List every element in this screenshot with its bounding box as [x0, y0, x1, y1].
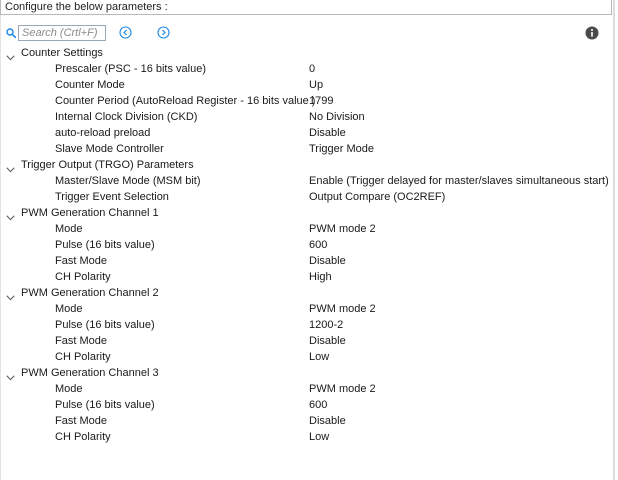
parameter-value[interactable]: 600: [309, 237, 327, 253]
parameter-row[interactable]: Fast Mode Disable: [0, 333, 612, 349]
parameter-name: Master/Slave Mode (MSM bit): [55, 175, 201, 187]
parameter-name: Mode: [55, 383, 83, 395]
parameter-name: Fast Mode: [55, 415, 107, 427]
parameter-row[interactable]: CH Polarity Low: [0, 429, 612, 445]
parameter-row[interactable]: Mode PWM mode 2: [0, 301, 612, 317]
parameter-name: CH Polarity: [55, 351, 111, 363]
chevron-down-icon[interactable]: [6, 162, 15, 173]
parameter-value[interactable]: 1799: [309, 93, 333, 109]
parameter-value[interactable]: PWM mode 2: [309, 381, 376, 397]
parameter-value[interactable]: Disable: [309, 333, 346, 349]
chevron-down-icon[interactable]: [6, 50, 15, 61]
parameter-value[interactable]: PWM mode 2: [309, 221, 376, 237]
parameter-row[interactable]: Trigger Event Selection Output Compare (O…: [0, 189, 612, 205]
parameter-name: CH Polarity: [55, 271, 111, 283]
parameter-name: Pulse (16 bits value): [55, 399, 155, 411]
previous-arrow-icon[interactable]: [119, 26, 132, 39]
parameter-value[interactable]: No Division: [309, 109, 365, 125]
parameter-row[interactable]: Pulse (16 bits value) 600: [0, 397, 612, 413]
parameter-row[interactable]: Slave Mode Controller Trigger Mode: [0, 141, 612, 157]
parameter-name: CH Polarity: [55, 431, 111, 443]
parameter-value[interactable]: 1200-2: [309, 317, 343, 333]
parameter-value[interactable]: Enable (Trigger delayed for master/slave…: [309, 173, 609, 189]
parameter-row[interactable]: Mode PWM mode 2: [0, 381, 612, 397]
chevron-down-icon[interactable]: [6, 290, 15, 301]
parameter-row[interactable]: CH Polarity Low: [0, 349, 612, 365]
parameter-name: Internal Clock Division (CKD): [55, 111, 198, 123]
group-label: PWM Generation Channel 2: [21, 287, 159, 299]
parameter-row[interactable]: Fast Mode Disable: [0, 253, 612, 269]
parameter-name: auto-reload preload: [55, 127, 151, 139]
parameter-name: Trigger Event Selection: [55, 191, 169, 203]
parameters-header-title: Configure the below parameters :: [5, 1, 168, 13]
parameter-row[interactable]: CH Polarity High: [0, 269, 612, 285]
search-input[interactable]: [18, 25, 106, 41]
parameter-name: Pulse (16 bits value): [55, 319, 155, 331]
next-arrow-icon[interactable]: [157, 26, 170, 39]
parameters-header: Configure the below parameters :: [0, 0, 612, 15]
chevron-down-icon[interactable]: [6, 370, 15, 381]
parameter-value[interactable]: Disable: [309, 253, 346, 269]
parameter-value[interactable]: Disable: [309, 125, 346, 141]
parameter-name: Fast Mode: [55, 255, 107, 267]
parameter-row[interactable]: Counter Mode Up: [0, 77, 612, 93]
search-icon: [6, 28, 16, 38]
parameter-name: Counter Period (AutoReload Register - 16…: [55, 95, 316, 107]
parameter-value[interactable]: Trigger Mode: [309, 141, 374, 157]
group-row[interactable]: PWM Generation Channel 2: [0, 285, 612, 301]
parameter-name: Pulse (16 bits value): [55, 239, 155, 251]
group-label: PWM Generation Channel 3: [21, 367, 159, 379]
group-row[interactable]: Counter Settings: [0, 45, 612, 61]
parameter-value[interactable]: 600: [309, 397, 327, 413]
parameter-value[interactable]: PWM mode 2: [309, 301, 376, 317]
parameter-row[interactable]: Prescaler (PSC - 16 bits value) 0: [0, 61, 612, 77]
chevron-down-icon[interactable]: [6, 210, 15, 221]
parameter-row[interactable]: Mode PWM mode 2: [0, 221, 612, 237]
parameter-name: Mode: [55, 223, 83, 235]
parameter-name: Mode: [55, 303, 83, 315]
group-label: Counter Settings: [21, 47, 103, 59]
parameter-name: Prescaler (PSC - 16 bits value): [55, 63, 206, 75]
group-row[interactable]: Trigger Output (TRGO) Parameters: [0, 157, 612, 173]
parameter-row[interactable]: Master/Slave Mode (MSM bit) Enable (Trigg…: [0, 173, 612, 189]
panel-scrollbar-edge: [613, 0, 615, 480]
parameter-value[interactable]: Disable: [309, 413, 346, 429]
parameter-name: Counter Mode: [55, 79, 125, 91]
parameter-name: Fast Mode: [55, 335, 107, 347]
parameter-row[interactable]: Counter Period (AutoReload Register - 16…: [0, 93, 612, 109]
search-toolbar: [0, 25, 612, 42]
parameter-value[interactable]: 0: [309, 61, 315, 77]
group-row[interactable]: PWM Generation Channel 3: [0, 365, 612, 381]
parameter-row[interactable]: Internal Clock Division (CKD) No Division: [0, 109, 612, 125]
parameter-value[interactable]: Low: [309, 349, 329, 365]
parameter-row[interactable]: Pulse (16 bits value) 600: [0, 237, 612, 253]
parameter-row[interactable]: auto-reload preload Disable: [0, 125, 612, 141]
parameter-row[interactable]: Fast Mode Disable: [0, 413, 612, 429]
parameter-value[interactable]: Low: [309, 429, 329, 445]
parameter-tree: Counter Settings Prescaler (PSC - 16 bits…: [0, 45, 612, 445]
group-label: Trigger Output (TRGO) Parameters: [21, 159, 194, 171]
parameter-name: Slave Mode Controller: [55, 143, 164, 155]
parameter-value[interactable]: Up: [309, 77, 323, 93]
parameter-value[interactable]: Output Compare (OC2REF): [309, 189, 445, 205]
group-label: PWM Generation Channel 1: [21, 207, 159, 219]
parameter-row[interactable]: Pulse (16 bits value) 1200-2: [0, 317, 612, 333]
group-row[interactable]: PWM Generation Channel 1: [0, 205, 612, 221]
info-icon[interactable]: [585, 26, 599, 40]
parameter-value[interactable]: High: [309, 269, 332, 285]
